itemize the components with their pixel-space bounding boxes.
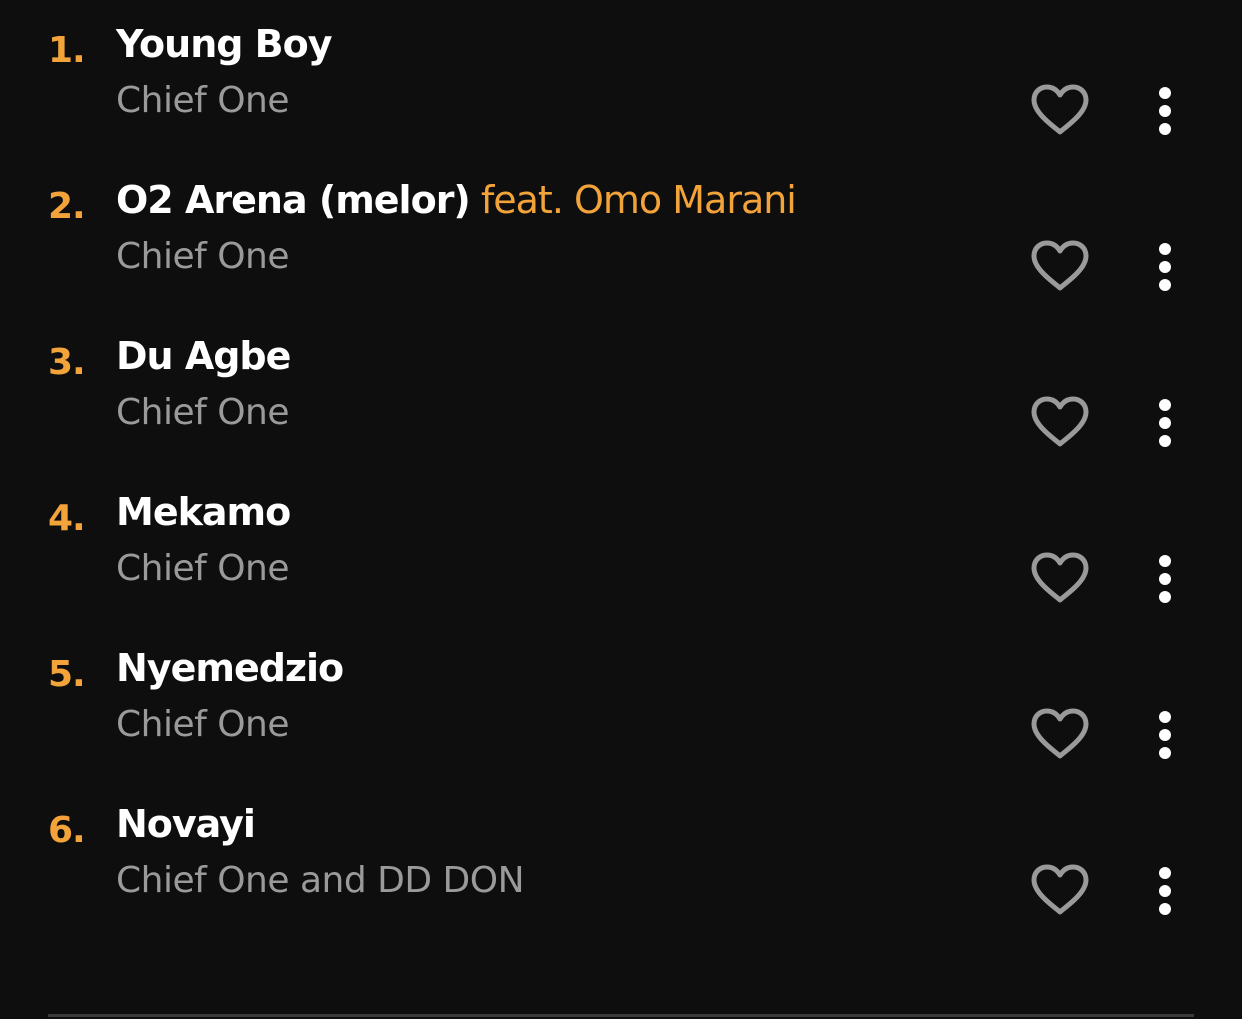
favorite-button[interactable] — [1028, 236, 1092, 296]
track-artist[interactable]: Chief One — [116, 234, 290, 280]
more-options-button[interactable] — [1140, 548, 1190, 608]
track-title-line: Mekamo — [116, 488, 291, 536]
vertical-dots-icon — [1159, 711, 1171, 759]
track-artist[interactable]: Chief One — [116, 546, 290, 592]
track-title: Novayi — [116, 802, 256, 846]
track-title-line: O2 Arena (melor) feat. Omo Marani — [116, 176, 797, 224]
track-number: 6. — [48, 810, 86, 851]
heart-outline-icon — [1031, 84, 1089, 135]
track-row[interactable]: 2. O2 Arena (melor) feat. Omo Marani Chi… — [0, 156, 1242, 312]
track-artist[interactable]: Chief One — [116, 78, 290, 124]
favorite-button[interactable] — [1028, 548, 1092, 608]
heart-outline-icon — [1031, 240, 1089, 291]
track-title-line: Du Agbe — [116, 332, 291, 380]
vertical-dots-icon — [1159, 243, 1171, 291]
heart-outline-icon — [1031, 864, 1089, 915]
more-options-button[interactable] — [1140, 704, 1190, 764]
track-row[interactable]: 6. Novayi Chief One and DD DON — [0, 780, 1242, 936]
favorite-button[interactable] — [1028, 860, 1092, 920]
track-featured-artist[interactable]: feat. Omo Marani — [481, 178, 797, 222]
track-artist[interactable]: Chief One and DD DON — [116, 858, 525, 904]
track-artist[interactable]: Chief One — [116, 390, 290, 436]
list-divider — [48, 1014, 1194, 1017]
track-number: 1. — [48, 30, 86, 71]
favorite-button[interactable] — [1028, 80, 1092, 140]
track-title-line: Nyemedzio — [116, 644, 344, 692]
track-number: 2. — [48, 186, 86, 227]
vertical-dots-icon — [1159, 87, 1171, 135]
track-number: 5. — [48, 654, 86, 695]
favorite-button[interactable] — [1028, 704, 1092, 764]
more-options-button[interactable] — [1140, 236, 1190, 296]
vertical-dots-icon — [1159, 867, 1171, 915]
track-title-line: Young Boy — [116, 20, 333, 68]
heart-outline-icon — [1031, 708, 1089, 759]
track-number: 4. — [48, 498, 86, 539]
track-title: Young Boy — [116, 22, 333, 66]
more-options-button[interactable] — [1140, 860, 1190, 920]
track-title: Du Agbe — [116, 334, 291, 378]
heart-outline-icon — [1031, 396, 1089, 447]
track-row[interactable]: 3. Du Agbe Chief One — [0, 312, 1242, 468]
track-row[interactable]: 4. Mekamo Chief One — [0, 468, 1242, 624]
favorite-button[interactable] — [1028, 392, 1092, 452]
track-row[interactable]: 1. Young Boy Chief One — [0, 0, 1242, 156]
track-title: O2 Arena (melor) — [116, 178, 471, 222]
vertical-dots-icon — [1159, 555, 1171, 603]
vertical-dots-icon — [1159, 399, 1171, 447]
track-number: 3. — [48, 342, 86, 383]
heart-outline-icon — [1031, 552, 1089, 603]
track-row[interactable]: 5. Nyemedzio Chief One — [0, 624, 1242, 780]
more-options-button[interactable] — [1140, 80, 1190, 140]
more-options-button[interactable] — [1140, 392, 1190, 452]
track-title-line: Novayi — [116, 800, 256, 848]
track-artist[interactable]: Chief One — [116, 702, 290, 748]
track-title: Nyemedzio — [116, 646, 344, 690]
track-title: Mekamo — [116, 490, 291, 534]
